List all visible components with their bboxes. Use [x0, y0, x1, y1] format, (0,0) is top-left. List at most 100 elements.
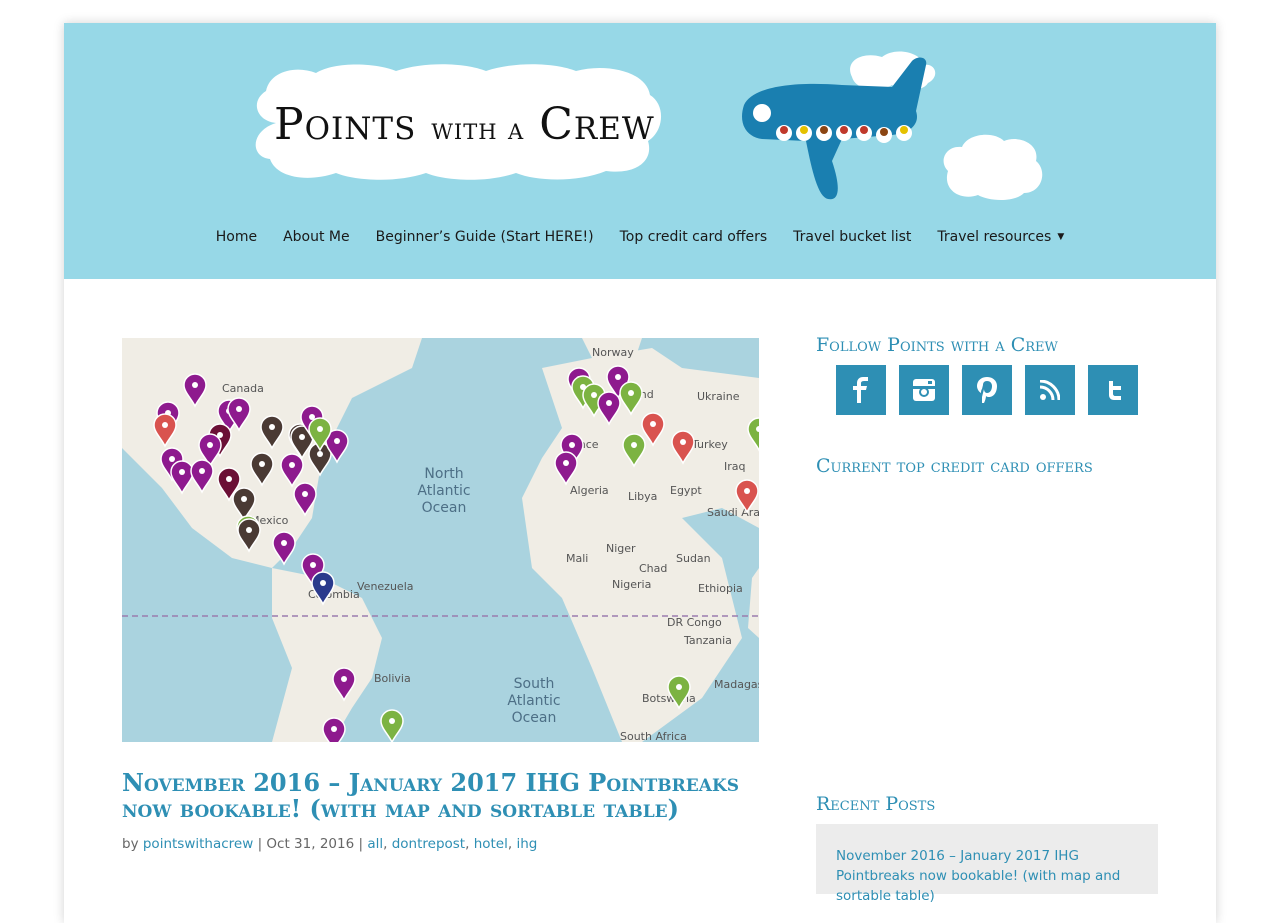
map-label: Tanzania — [683, 634, 732, 647]
map-pin-dot — [744, 488, 750, 494]
map-pin-dot — [389, 718, 395, 724]
instagram-button[interactable] — [899, 365, 949, 415]
map-pin-dot — [192, 382, 198, 388]
map-label: Chad — [639, 562, 667, 575]
map-pin-dot — [317, 451, 323, 457]
pinterest-icon — [977, 377, 997, 403]
map-pin-dot — [631, 442, 637, 448]
map-pin-dot — [320, 580, 326, 586]
recent-post-link[interactable]: November 2016 – January 2017 IHG Pointbr… — [836, 846, 1136, 906]
nav-travel-resources[interactable]: Travel resources ▼ — [937, 229, 1064, 245]
nav-top-credit-card-offers[interactable]: Top credit card offers — [620, 229, 768, 245]
map-pin-dot — [676, 684, 682, 690]
map-label: Niger — [606, 542, 636, 555]
map-pin-dot — [281, 540, 287, 546]
category-link-all[interactable]: all — [367, 836, 383, 852]
map-label: Turkey — [691, 438, 728, 451]
post-author-link[interactable]: pointswithacrew — [143, 836, 253, 852]
map-pin-dot — [246, 527, 252, 533]
instagram-icon — [913, 379, 935, 401]
follow-heading: Follow Points with a Crew — [816, 334, 1058, 356]
map-pin-dot — [269, 424, 275, 430]
map-pin-dot — [179, 469, 185, 475]
rss-icon — [1040, 380, 1060, 400]
recent-posts-heading: Recent Posts — [816, 793, 936, 815]
post-date: Oct 31, 2016 — [266, 836, 355, 852]
map-label: Egypt — [670, 484, 702, 497]
map-label: Venezuela — [357, 580, 414, 593]
nav-about-me[interactable]: About Me — [283, 229, 350, 245]
facebook-icon — [853, 377, 868, 403]
map-pin-dot — [591, 392, 597, 398]
map-label: Ukraine — [697, 390, 740, 403]
nav-travel-resources-label: Travel resources — [937, 229, 1052, 245]
post-title-text[interactable]: November 2016 – January 2017 IHG Pointbr… — [122, 768, 739, 823]
map-pin-dot — [236, 406, 242, 412]
map-pin-dot — [207, 442, 213, 448]
nav-home[interactable]: Home — [216, 229, 257, 245]
map-label: Nigeria — [612, 578, 651, 591]
map-pin-dot — [606, 400, 612, 406]
category-link-ihg[interactable]: ihg — [516, 836, 537, 852]
map-pin-dot — [310, 562, 316, 568]
map-label: Iraq — [724, 460, 746, 473]
social-links — [836, 365, 1138, 415]
twitter-button[interactable] — [1088, 365, 1138, 415]
map-pin-dot — [563, 460, 569, 466]
pinterest-button[interactable] — [962, 365, 1012, 415]
map-pin-dot — [615, 374, 621, 380]
map-label: Saudi Arabia — [707, 506, 759, 519]
map-pin-dot — [341, 676, 347, 682]
nav-beginners-guide[interactable]: Beginner’s Guide (Start HERE!) — [376, 229, 594, 245]
category-link-hotel[interactable]: hotel — [474, 836, 508, 852]
map-pin-dot — [628, 390, 634, 396]
map-pin-dot — [226, 476, 232, 482]
map-label: DR Congo — [667, 616, 722, 629]
map-svg: Canada Norway Poland France Ukraine Turk… — [122, 338, 759, 742]
post-title[interactable]: November 2016 – January 2017 IHG Pointbr… — [122, 770, 762, 822]
chevron-down-icon: ▼ — [1057, 232, 1065, 242]
map-pin-dot — [331, 726, 337, 732]
twitter-icon — [1109, 381, 1121, 400]
category-link-dontrepost[interactable]: dontrepost — [392, 836, 465, 852]
post-meta: by pointswithacrew | Oct 31, 2016 | all,… — [122, 836, 538, 852]
map-label: Madagascar — [714, 678, 759, 691]
by-label: by — [122, 836, 139, 852]
map-pin-dot — [162, 422, 168, 428]
map-pin-dot — [680, 439, 686, 445]
facebook-button[interactable] — [836, 365, 886, 415]
main-navigation: Home About Me Beginner’s Guide (Start HE… — [64, 229, 1216, 259]
map-pin-dot — [650, 421, 656, 427]
meta-separator: | — [257, 836, 263, 852]
map-label: Libya — [628, 490, 657, 503]
featured-map-image[interactable]: Canada Norway Poland France Ukraine Turk… — [122, 338, 759, 742]
map-label: Ethiopia — [698, 582, 743, 595]
map-label: Sudan — [676, 552, 711, 565]
map-pin-icon — [380, 709, 404, 742]
rss-button[interactable] — [1025, 365, 1075, 415]
map-pin-dot — [289, 462, 295, 468]
map-label: Canada — [222, 382, 264, 395]
site-header: Points with a Crew Home About Me Beginne… — [64, 23, 1216, 279]
map-pin-dot — [199, 468, 205, 474]
map-label: Norway — [592, 346, 634, 359]
map-pin-dot — [569, 442, 575, 448]
map-label: Algeria — [570, 484, 609, 497]
map-ocean-label: North Atlantic Ocean — [417, 466, 470, 516]
map-label: South Africa — [620, 730, 687, 742]
map-pin-dot — [302, 491, 308, 497]
map-ocean-label: South Atlantic Ocean — [507, 676, 560, 726]
small-cloud-illustration — [943, 134, 1043, 200]
site-logo[interactable]: Points with a Crew — [246, 61, 666, 183]
map-label: Bolivia — [374, 672, 411, 685]
logo-text: Points with a Crew — [274, 99, 655, 150]
map-pin-dot — [259, 461, 265, 467]
map-pin-dot — [334, 438, 340, 444]
map-pin-dot — [317, 426, 323, 432]
nav-travel-bucket-list[interactable]: Travel bucket list — [793, 229, 911, 245]
map-pin-dot — [169, 456, 175, 462]
map-pin-dot — [241, 496, 247, 502]
meta-separator: | — [358, 836, 364, 852]
offers-heading: Current top credit card offers — [816, 455, 1093, 477]
map-label: Mali — [566, 552, 588, 565]
